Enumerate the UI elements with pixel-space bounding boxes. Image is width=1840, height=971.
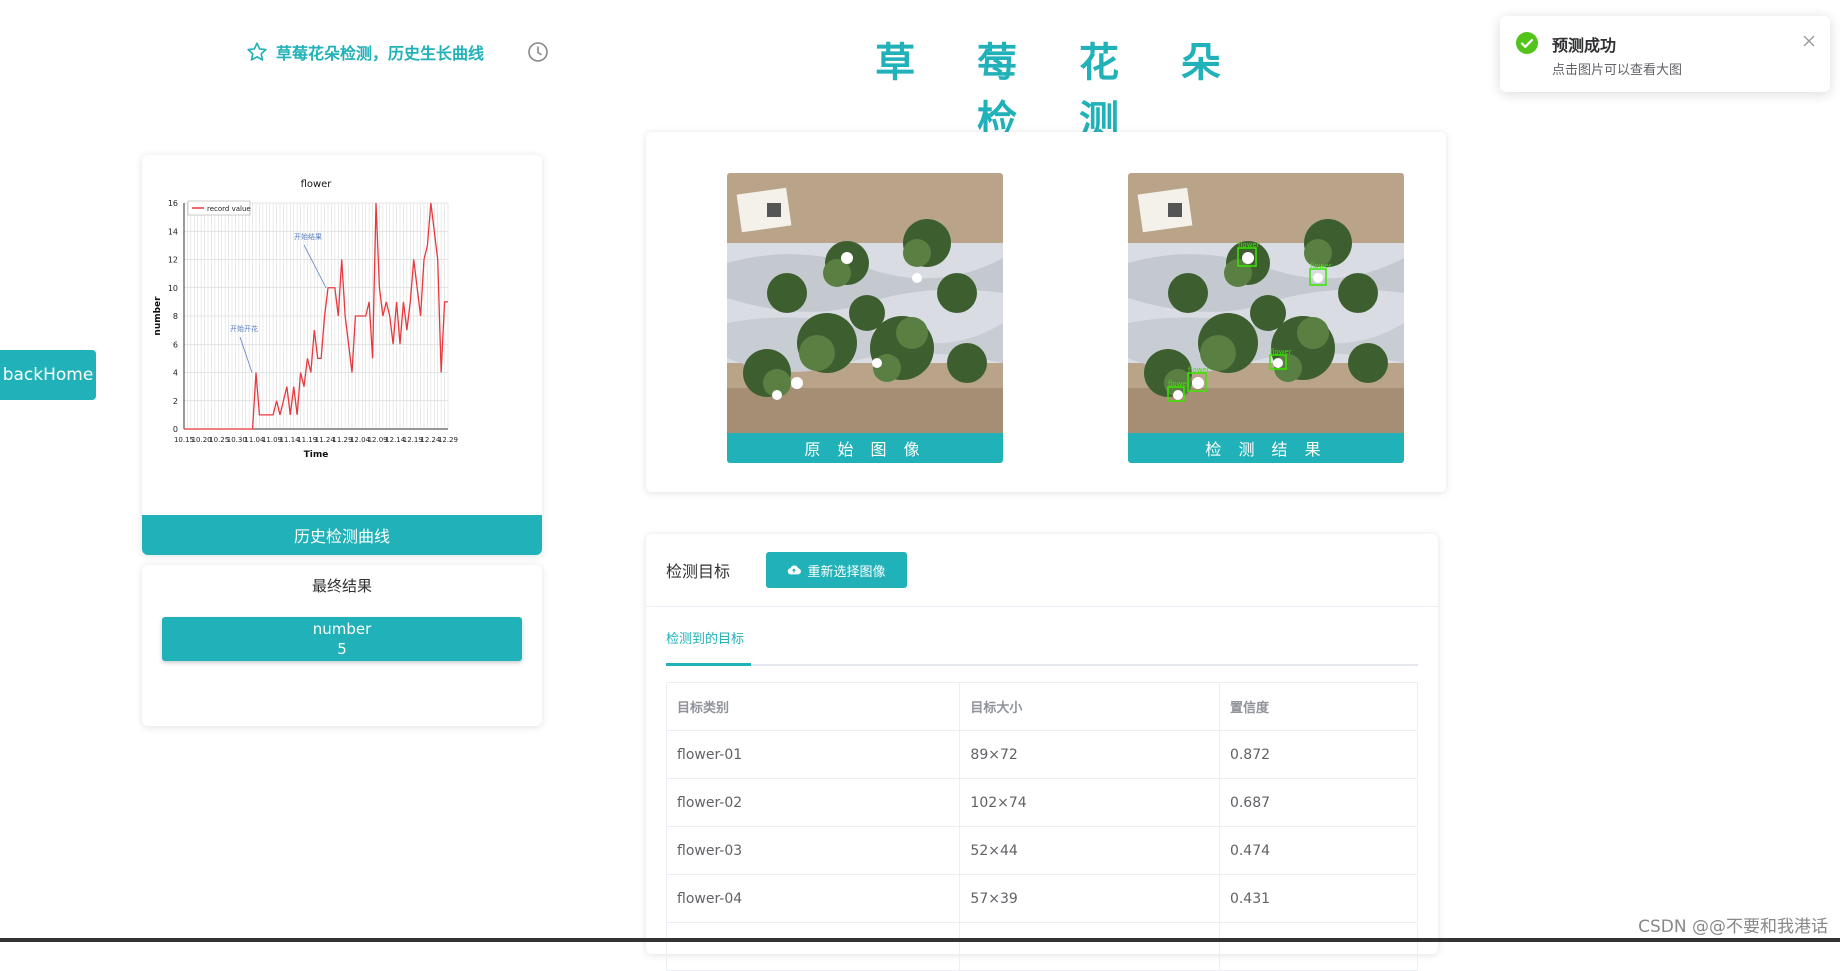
flower-count-label: number	[312, 620, 372, 638]
y-tick-label: 0	[173, 425, 178, 434]
final-result-title: 最终结果	[311, 577, 372, 595]
column-header[interactable]: 目标大小	[959, 682, 1220, 731]
table-cell: flower-02	[665, 778, 961, 827]
detection-table: 目标类别 目标大小 置信度 flower-01 89×72 0.872 flow…	[665, 682, 1419, 971]
flower-count-box: number 5	[162, 617, 522, 661]
table-cell: flower-01	[665, 730, 961, 779]
y-tick-label: 16	[168, 199, 178, 208]
chart-annotation: 开始结果	[294, 232, 322, 241]
chart-annotation: 开始开花	[230, 324, 258, 333]
tab-detected-targets[interactable]: 检测到的目标	[666, 628, 744, 647]
table-row[interactable]	[665, 922, 1419, 971]
y-tick-label: 14	[168, 227, 178, 236]
cloud-upload-icon	[788, 565, 802, 575]
table-cell: flower-03	[665, 826, 961, 875]
flower-box-label: flower	[1270, 348, 1292, 356]
y-axis-label: number	[153, 296, 163, 336]
table-row[interactable]: flower-02 102×74 0.687	[665, 778, 1419, 827]
history-chart-caption: 历史检测曲线	[142, 515, 542, 555]
table-cell: 57×39	[959, 874, 1220, 923]
strawberry-plant-photo	[727, 173, 1003, 433]
table-row[interactable]: flower-04 57×39 0.431	[665, 874, 1419, 923]
reselect-image-button[interactable]: 重新选择图像	[766, 552, 907, 588]
flower-box-label: flower	[1188, 366, 1210, 374]
original-image[interactable]: 原 始 图 像	[727, 173, 1003, 463]
y-tick-label: 10	[168, 284, 178, 293]
flower-box-label: flower	[1310, 262, 1332, 270]
page-title: 草 莓 花 朵 检 测	[875, 40, 1245, 144]
csdn-watermark: CSDN @@不要和我港话	[1638, 917, 1828, 937]
y-tick-label: 4	[173, 369, 178, 378]
detection-targets-label: 检测目标	[666, 562, 731, 581]
x-axis-label: Time	[304, 450, 329, 460]
table-cell: flower-04	[665, 874, 961, 923]
toast-message: 点击图片可以查看大图	[1552, 63, 1683, 78]
table-row[interactable]: flower-03 52×44 0.474	[665, 826, 1419, 875]
x-tick-label: 12.29	[438, 436, 458, 444]
column-header[interactable]: 目标类别	[665, 682, 961, 731]
column-header[interactable]: 置信度	[1218, 682, 1419, 731]
table-cell	[1218, 922, 1419, 971]
y-tick-label: 6	[173, 340, 178, 349]
reselect-image-label: 重新选择图像	[807, 564, 886, 580]
final-result-card: 最终结果 number 5	[142, 565, 542, 726]
success-check-icon	[1516, 32, 1538, 54]
table-cell: 0.872	[1218, 730, 1419, 779]
history-curve-link-label: 草莓花朵检测，历史生长曲线	[276, 44, 485, 63]
flower-count-value: 5	[337, 640, 347, 658]
table-cell	[665, 922, 961, 971]
detection-targets-card: 检测目标 重新选择图像 检测到的目标 目标类别 目标大小 置信度 flower-…	[646, 534, 1438, 971]
flower-box-label: flower	[1168, 380, 1190, 388]
image-comparison-card: 原 始 图 像 flower flower flower flower flow…	[646, 132, 1446, 492]
original-image-caption: 原 始 图 像	[727, 433, 1003, 463]
y-tick-label: 2	[173, 397, 178, 406]
history-curve-link[interactable]: 草莓花朵检测，历史生长曲线	[246, 40, 484, 64]
back-home-button[interactable]: backHome	[0, 350, 96, 400]
taskbar-strip	[0, 938, 1840, 942]
table-cell: 52×44	[959, 826, 1220, 875]
close-icon[interactable]	[1802, 34, 1816, 48]
tabs-baseline	[666, 664, 1418, 666]
active-tab-indicator	[666, 663, 751, 666]
legend-label: record value	[207, 205, 251, 213]
table-cell: 0.687	[1218, 778, 1419, 827]
y-tick-label: 8	[173, 312, 178, 321]
star-icon	[247, 42, 267, 61]
result-image-caption: 检 测 结 果	[1128, 433, 1404, 463]
result-image[interactable]: flower flower flower flower flower 检 测 结…	[1128, 173, 1404, 463]
success-toast: 预测成功 点击图片可以查看大图	[1500, 16, 1830, 92]
flower-box-label: flower	[1238, 241, 1260, 249]
toast-title: 预测成功	[1552, 36, 1617, 55]
card-divider	[646, 606, 1438, 607]
detection-result-photo: flower flower flower flower flower	[1128, 173, 1404, 433]
chart-title: flower	[301, 179, 333, 190]
history-line-chart: 024681012141610.1510.2010.2510.3011.0411…	[142, 155, 542, 515]
clock-icon[interactable]	[526, 40, 550, 64]
table-cell: 102×74	[959, 778, 1220, 827]
y-tick-label: 12	[168, 256, 178, 265]
table-cell: 0.474	[1218, 826, 1419, 875]
table-cell: 0.431	[1218, 874, 1419, 923]
table-cell	[959, 922, 1220, 971]
table-row[interactable]: flower-01 89×72 0.872	[665, 730, 1419, 779]
history-chart-card[interactable]: 0 2 4 6 8 10 12 14 16 10.15 10.20 10.25 10.30 11.04 11…	[142, 155, 542, 555]
table-cell: 89×72	[959, 730, 1220, 779]
table-header-row: 目标类别 目标大小 置信度	[665, 682, 1419, 731]
